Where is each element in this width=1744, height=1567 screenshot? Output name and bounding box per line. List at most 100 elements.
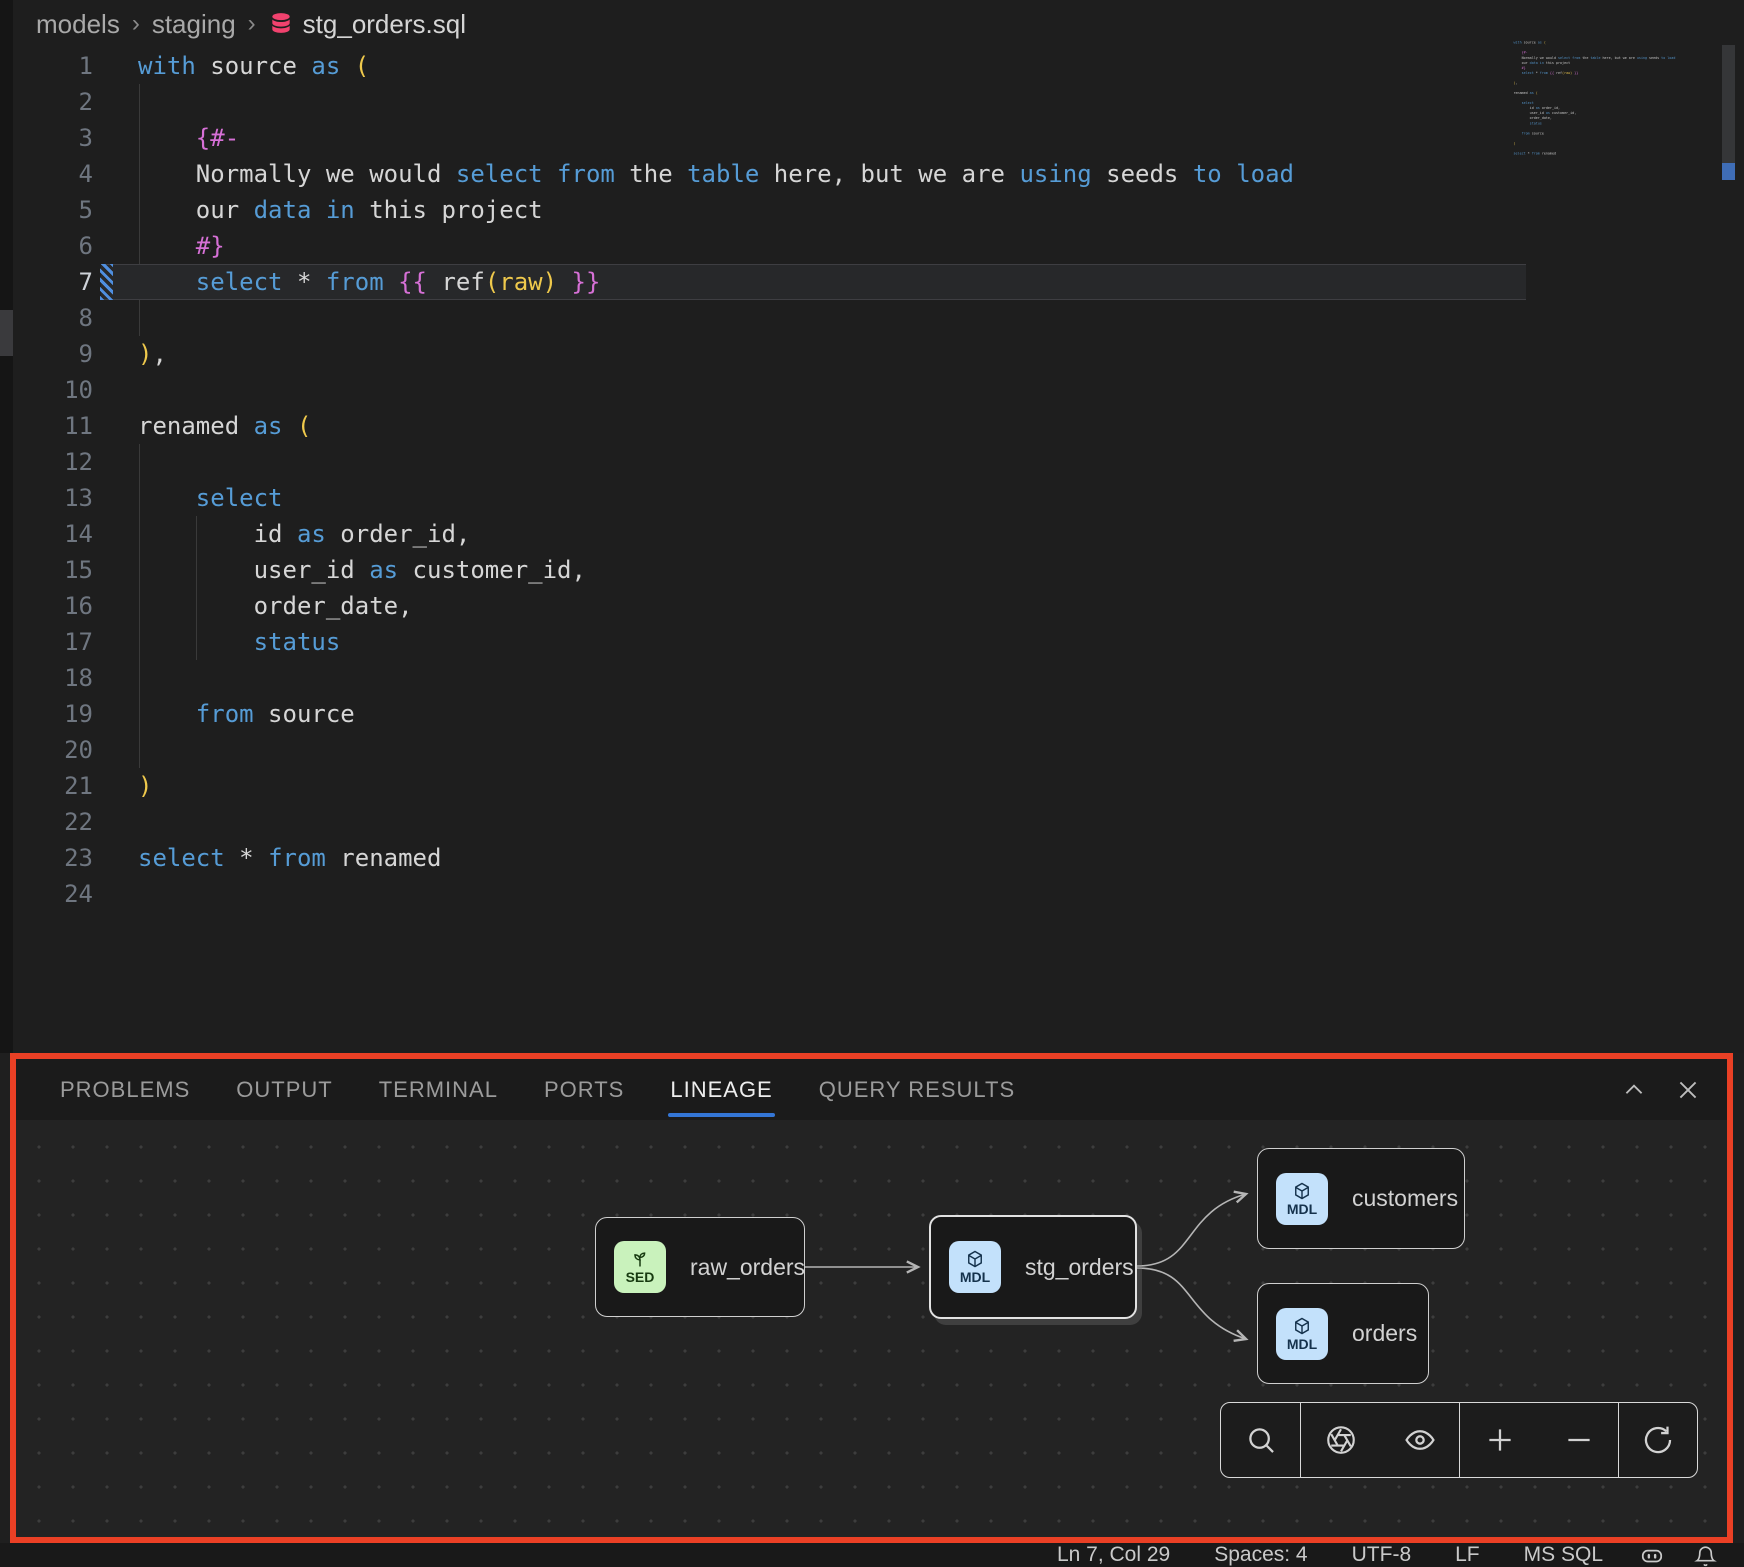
line-number: 6: [13, 228, 93, 264]
code-line[interactable]: 19 from source: [13, 696, 1744, 732]
gutter: [100, 804, 113, 840]
gutter: [100, 408, 113, 444]
node-label: orders: [1352, 1320, 1417, 1347]
code-line[interactable]: 2: [13, 84, 1744, 120]
zoom-out-icon[interactable]: [1562, 1423, 1596, 1457]
gutter: [100, 156, 113, 192]
code-line[interactable]: 8: [13, 300, 1744, 336]
code-line[interactable]: 14 id as order_id,: [13, 516, 1744, 552]
encoding[interactable]: UTF-8: [1352, 1543, 1412, 1567]
code-line[interactable]: 16 order_date,: [13, 588, 1744, 624]
line-number: 22: [13, 804, 93, 840]
lineage-node-customers[interactable]: MDL customers: [1257, 1148, 1465, 1249]
gutter: [100, 660, 113, 696]
code-line[interactable]: 9),: [13, 336, 1744, 372]
editor-scrollbar[interactable]: [1722, 45, 1735, 163]
chevron-up-icon[interactable]: [1621, 1077, 1647, 1103]
code-line[interactable]: 3 {#-: [13, 120, 1744, 156]
tab-query-results[interactable]: QUERY RESULTS: [819, 1077, 1015, 1103]
gutter: [100, 228, 113, 264]
code-line[interactable]: 21): [13, 768, 1744, 804]
tab-ports[interactable]: PORTS: [544, 1077, 624, 1103]
code-line[interactable]: 22: [13, 804, 1744, 840]
code-editor[interactable]: 1with source as (23 {#-4 Normally we wou…: [13, 48, 1744, 912]
gutter: [100, 840, 113, 876]
tab-output[interactable]: OUTPUT: [236, 1077, 332, 1103]
bell-icon[interactable]: [1693, 1543, 1718, 1567]
node-label: raw_orders: [690, 1254, 805, 1281]
eye-icon[interactable]: [1403, 1423, 1437, 1457]
line-number: 12: [13, 444, 93, 480]
search-icon[interactable]: [1244, 1423, 1278, 1457]
cube-icon: [965, 1249, 985, 1269]
code-line[interactable]: 7 select * from {{ ref(raw) }}: [13, 264, 1744, 300]
code-line[interactable]: 5 our data in this project: [13, 192, 1744, 228]
language-mode[interactable]: MS SQL: [1524, 1543, 1603, 1567]
gutter: [100, 84, 113, 120]
indent-setting[interactable]: Spaces: 4: [1214, 1543, 1307, 1567]
badge-label: MDL: [960, 1270, 990, 1285]
editor-pane: models › staging › stg_orders.sql 1with …: [0, 0, 1744, 1053]
line-number: 9: [13, 336, 93, 372]
breadcrumb-file[interactable]: stg_orders.sql: [268, 9, 466, 40]
gutter: [100, 876, 113, 912]
code-line[interactable]: 20: [13, 732, 1744, 768]
breadcrumb-item-models[interactable]: models: [36, 9, 120, 40]
code-line[interactable]: 18: [13, 660, 1744, 696]
line-number: 11: [13, 408, 93, 444]
copilot-icon[interactable]: [1639, 1542, 1665, 1567]
gutter: [100, 732, 113, 768]
zoom-in-icon[interactable]: [1483, 1423, 1517, 1457]
line-number: 16: [13, 588, 93, 624]
status-bar: Ln 7, Col 29 Spaces: 4 UTF-8 LF MS SQL: [0, 1543, 1744, 1567]
code-line[interactable]: 12: [13, 444, 1744, 480]
lineage-graph-canvas[interactable]: SED raw_orders MDL stg_orders MDL custom…: [16, 1120, 1727, 1537]
line-number: 5: [13, 192, 93, 228]
editor-left-gutter-strip: [0, 0, 13, 1053]
gutter: [100, 372, 113, 408]
minimap[interactable]: with source as ( {#- Normally we would s…: [1510, 40, 1692, 172]
code-line[interactable]: 17 status: [13, 624, 1744, 660]
code-line[interactable]: 13 select: [13, 480, 1744, 516]
cube-icon: [1292, 1181, 1312, 1201]
lineage-node-raw-orders[interactable]: SED raw_orders: [595, 1217, 805, 1317]
aperture-icon[interactable]: [1324, 1423, 1358, 1457]
lineage-node-orders[interactable]: MDL orders: [1257, 1283, 1429, 1384]
line-number: 14: [13, 516, 93, 552]
gutter: [100, 192, 113, 228]
line-number: 8: [13, 300, 93, 336]
close-icon[interactable]: [1675, 1077, 1701, 1103]
line-number: 13: [13, 480, 93, 516]
eol-setting[interactable]: LF: [1455, 1543, 1480, 1567]
lineage-node-stg-orders[interactable]: MDL stg_orders: [929, 1215, 1137, 1319]
code-line[interactable]: 6 #}: [13, 228, 1744, 264]
gutter: [100, 768, 113, 804]
code-line[interactable]: 4 Normally we would select from the tabl…: [13, 156, 1744, 192]
code-line[interactable]: 1with source as (: [13, 48, 1744, 84]
node-label: customers: [1352, 1185, 1458, 1212]
gutter: [100, 300, 113, 336]
line-number: 18: [13, 660, 93, 696]
left-scroll-indicator[interactable]: [0, 310, 13, 356]
code-line[interactable]: 11renamed as (: [13, 408, 1744, 444]
tab-terminal[interactable]: TERMINAL: [379, 1077, 498, 1103]
line-number: 1: [13, 48, 93, 84]
chevron-right-icon: ›: [132, 10, 140, 38]
code-line[interactable]: 24: [13, 876, 1744, 912]
gutter: [100, 552, 113, 588]
tab-lineage[interactable]: LINEAGE: [670, 1077, 772, 1103]
code-line[interactable]: 15 user_id as customer_id,: [13, 552, 1744, 588]
badge-label: MDL: [1287, 1202, 1317, 1217]
refresh-icon[interactable]: [1641, 1423, 1675, 1457]
line-number: 2: [13, 84, 93, 120]
code-line[interactable]: 10: [13, 372, 1744, 408]
breadcrumb-item-staging[interactable]: staging: [152, 9, 236, 40]
tab-problems[interactable]: PROBLEMS: [60, 1077, 190, 1103]
code-line[interactable]: 23select * from renamed: [13, 840, 1744, 876]
line-number: 7: [13, 264, 93, 300]
cursor-position[interactable]: Ln 7, Col 29: [1057, 1543, 1170, 1567]
line-number: 19: [13, 696, 93, 732]
code-line: [1510, 156, 1692, 161]
gutter: [100, 444, 113, 480]
line-number: 17: [13, 624, 93, 660]
